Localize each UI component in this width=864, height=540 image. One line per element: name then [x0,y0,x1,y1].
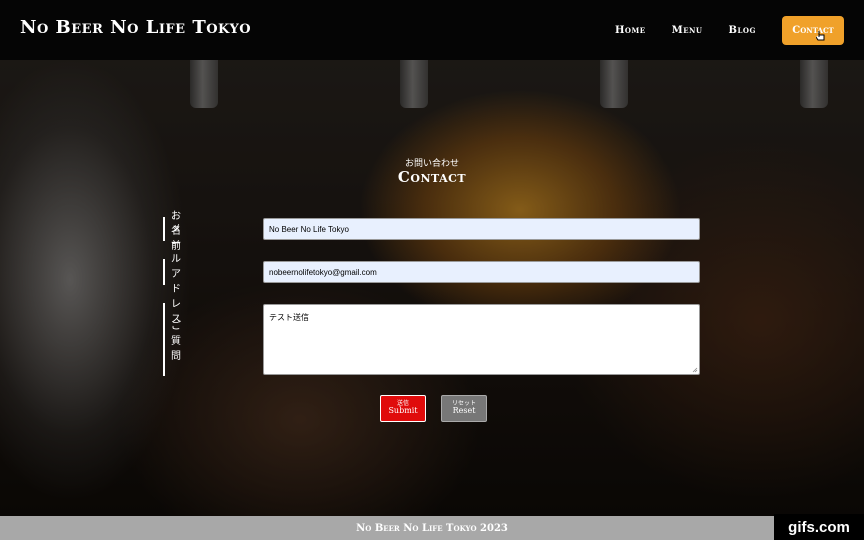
question-textarea[interactable]: テスト送信 [263,304,700,375]
nav-contact-button[interactable]: Contact [782,16,844,45]
nav-home[interactable]: Home [615,25,646,36]
resize-handle-icon[interactable] [692,367,698,373]
section-title: Contact [397,168,467,186]
site-footer: No Beer No Life Tokyo 2023 [0,516,864,540]
submit-button[interactable]: 送信 Submit [380,395,426,422]
site-header: No Beer No Life Tokyo Home Menu Blog Con… [0,0,864,60]
email-input[interactable]: nobeernolifetokyo@gmail.com [263,261,700,283]
hero-background-photo [0,60,864,516]
hand-pointer-icon [816,31,825,41]
site-logo[interactable]: No Beer No Life Tokyo [20,17,251,38]
nav-menu[interactable]: Menu [672,25,703,36]
nav-blog[interactable]: Blog [729,25,756,36]
submit-button-label: Submit [388,406,418,416]
reset-button-label: Reset [452,406,476,416]
gifs-watermark: gifs.com [774,514,864,540]
question-label: ご質問 [163,303,181,376]
name-input[interactable]: No Beer No Life Tokyo [263,218,700,240]
email-label: メールアドレス [163,224,181,325]
question-text: テスト送信 [269,313,309,322]
reset-button[interactable]: リセット Reset [441,395,487,422]
background-overlay [0,60,864,516]
nav-contact-label: Contact [792,25,834,36]
main-nav: Home Menu Blog Contact [589,16,844,45]
footer-text: No Beer No Life Tokyo 2023 [356,522,508,534]
